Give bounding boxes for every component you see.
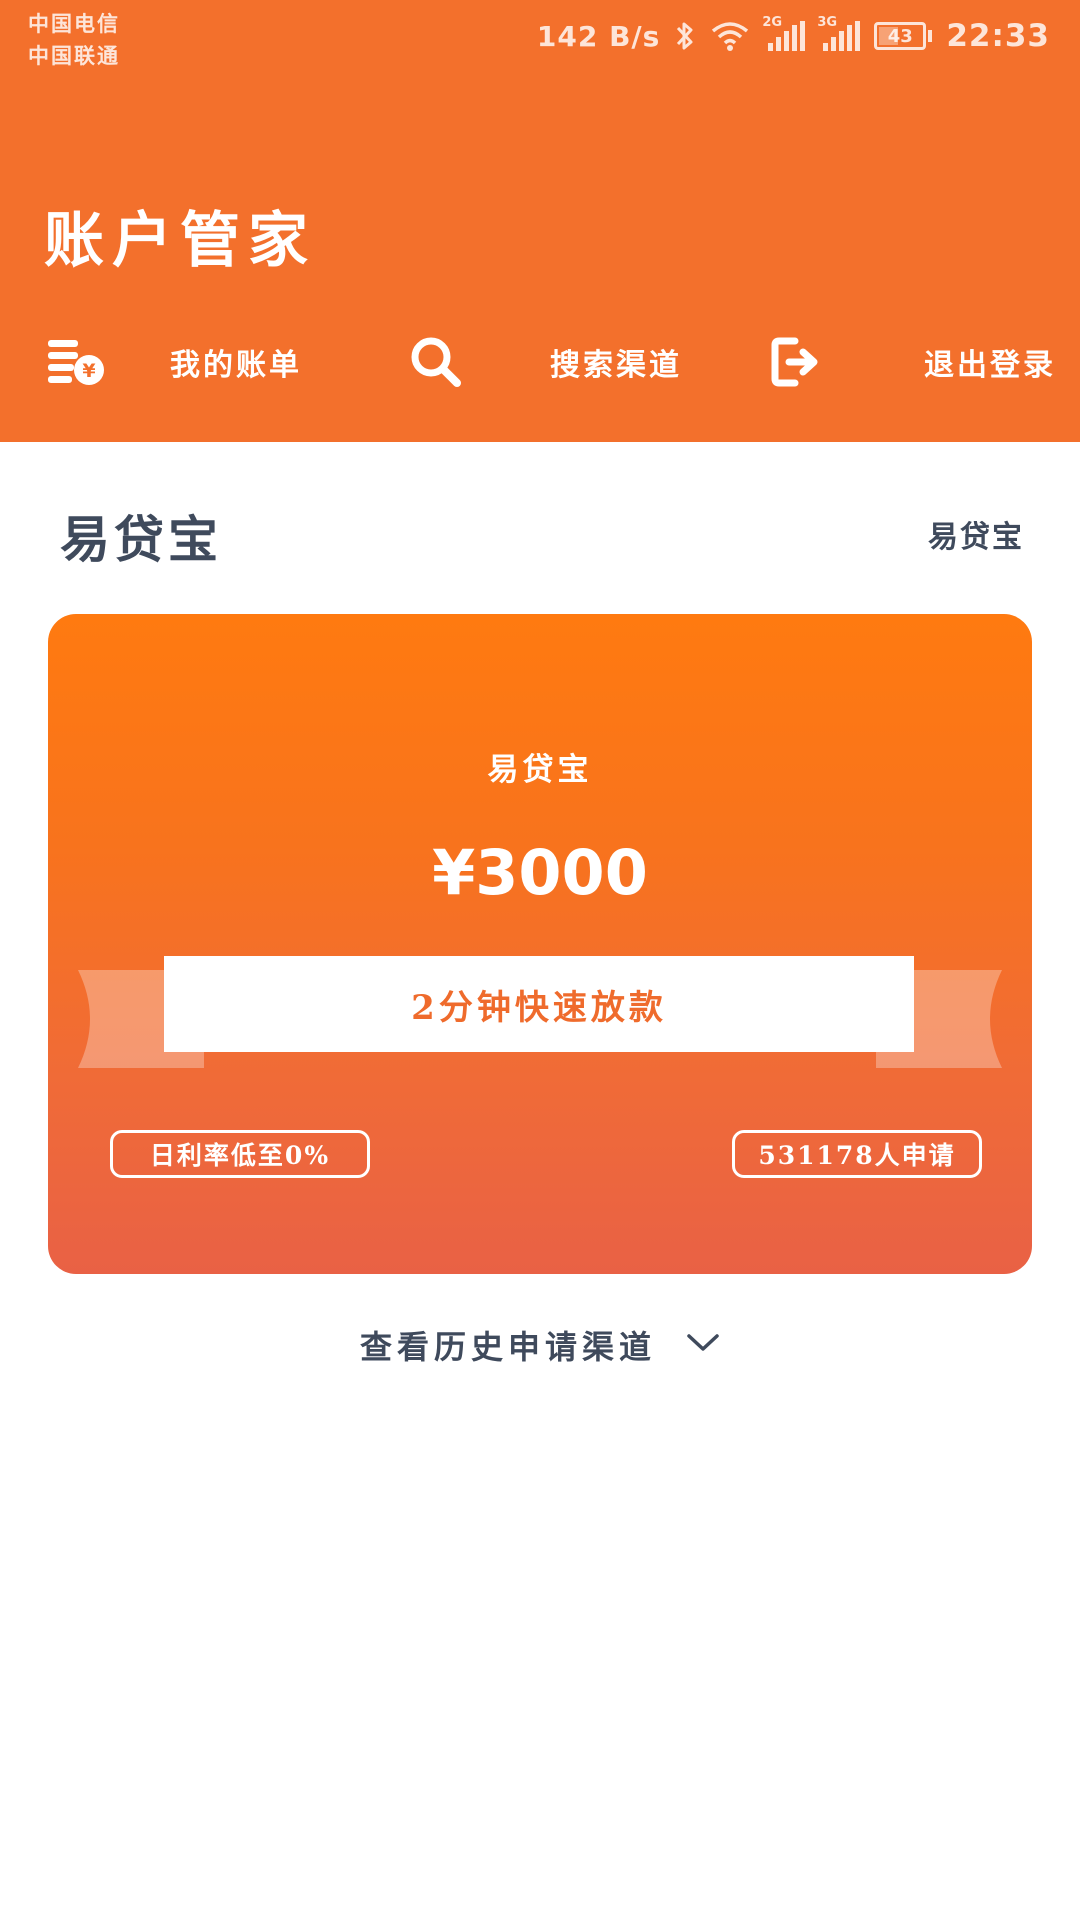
wifi-icon xyxy=(710,20,750,52)
signal-sim2-icon: 3G xyxy=(817,15,861,51)
clock: 22:33 xyxy=(946,18,1050,54)
section-link[interactable]: 易贷宝 xyxy=(928,512,1024,556)
fast-loan-banner: 2分钟快速放款 xyxy=(164,956,914,1052)
header-nav: ¥ 我的账单 搜索渠道 退出登录 xyxy=(0,322,1080,402)
page-title: 账户管家 xyxy=(44,206,316,276)
view-history-label: 查看历史申请渠道 xyxy=(359,1328,656,1366)
battery-icon: 43 xyxy=(874,22,933,50)
bill-icon: ¥ xyxy=(46,332,106,392)
applicants-count-tag: 531178人申请 xyxy=(732,1130,982,1178)
product-name: 易贷宝 xyxy=(487,752,593,788)
view-history-button[interactable]: 查看历史申请渠道 xyxy=(0,1322,1080,1368)
carrier-2: 中国联通 xyxy=(28,44,120,68)
status-indicators: 142 B/s 2G 3G 43 22:33 xyxy=(536,15,1050,56)
bluetooth-icon xyxy=(674,20,696,52)
header: 中国电信 中国联通 142 B/s 2G 3G 43 22:33 账户管家 ¥ … xyxy=(0,0,1080,442)
sim2-network-type: 3G xyxy=(817,15,838,30)
nav-my-bill[interactable]: ¥ 我的账单 xyxy=(46,322,302,402)
nav-search-channel[interactable]: 搜索渠道 xyxy=(406,322,682,402)
section-title: 易贷宝 xyxy=(60,510,222,569)
nav-logout-label: 退出登录 xyxy=(924,348,1056,383)
search-icon xyxy=(406,332,466,392)
loan-product-card[interactable]: 易贷宝 ¥3000 2分钟快速放款 日利率低至0% 531178人申请 xyxy=(48,614,1032,1274)
nav-search-label: 搜索渠道 xyxy=(550,348,682,383)
logout-icon xyxy=(766,332,826,392)
net-speed: 142 B/s xyxy=(536,19,661,53)
loan-amount: ¥3000 xyxy=(432,836,648,909)
battery-level: 43 xyxy=(887,25,913,47)
nav-logout[interactable]: 退出登录 xyxy=(766,322,1056,402)
chevron-down-icon xyxy=(686,1333,720,1357)
carrier-1: 中国电信 xyxy=(28,12,120,36)
sim1-network-type: 2G xyxy=(762,15,783,30)
carrier-info: 中国电信 中国联通 xyxy=(28,8,120,72)
nav-my-bill-label: 我的账单 xyxy=(170,348,302,383)
status-bar: 中国电信 中国联通 142 B/s 2G 3G 43 22:33 xyxy=(0,0,1080,80)
interest-rate-tag: 日利率低至0% xyxy=(110,1130,370,1178)
signal-sim1-icon: 2G xyxy=(762,15,806,51)
svg-text:¥: ¥ xyxy=(82,360,95,382)
